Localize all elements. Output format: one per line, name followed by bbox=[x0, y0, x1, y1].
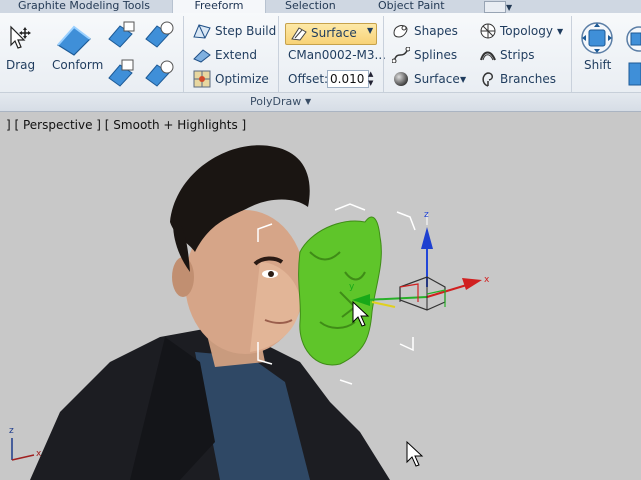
offset-input[interactable]: 0.010 bbox=[327, 70, 369, 88]
step-build-button[interactable]: Step Build bbox=[215, 24, 276, 38]
extend-button[interactable]: Extend bbox=[215, 48, 257, 62]
character-ear bbox=[172, 257, 194, 297]
shape-tool-icon-1[interactable] bbox=[106, 21, 136, 49]
polydraw-expand-icon[interactable]: ▼ bbox=[305, 97, 311, 106]
viewport-scene bbox=[11, 145, 482, 480]
drag-button[interactable]: Drag bbox=[6, 58, 35, 72]
offset-spinner[interactable]: ▲ ▼ bbox=[368, 70, 376, 88]
gizmo-z-arrow bbox=[421, 227, 433, 249]
green-mask bbox=[298, 216, 382, 366]
shapes-icon bbox=[393, 25, 408, 38]
separator bbox=[183, 16, 184, 92]
branches-icon bbox=[482, 72, 493, 87]
tab-graphite-modeling-tools[interactable]: Graphite Modeling Tools bbox=[18, 0, 150, 13]
conform-button[interactable]: Conform bbox=[52, 58, 103, 72]
shape-tool-icon-3[interactable] bbox=[106, 58, 136, 88]
gizmo-x-arrow bbox=[462, 278, 482, 290]
shift-button[interactable]: Shift bbox=[584, 58, 611, 72]
ribbon-tabs: Graphite Modeling Tools Freeform Selecti… bbox=[0, 0, 641, 14]
surface-dropdown-arrow-icon[interactable]: ▼ bbox=[367, 26, 373, 35]
smooth-icon[interactable] bbox=[626, 61, 641, 87]
strips-icon bbox=[480, 51, 496, 61]
shapes-button[interactable]: Shapes bbox=[414, 24, 458, 38]
topology-dropdown-icon[interactable]: ▼ bbox=[557, 27, 563, 36]
step-build-icon bbox=[193, 24, 211, 39]
surface-sphere-icon bbox=[394, 72, 408, 86]
separator bbox=[278, 16, 279, 92]
drag-icon[interactable] bbox=[5, 23, 33, 51]
mouse-cursor-icon-secondary bbox=[406, 440, 424, 467]
pick-surface-icon bbox=[291, 27, 307, 41]
tab-options-dropdown[interactable] bbox=[484, 1, 506, 13]
splines-button[interactable]: Splines bbox=[414, 48, 457, 62]
extend-icon bbox=[193, 49, 211, 63]
gizmo-x-axis bbox=[426, 283, 471, 298]
surface-button[interactable]: Surface bbox=[414, 72, 460, 86]
shape-tool-icon-4[interactable] bbox=[143, 58, 175, 88]
gizmo-x-label: x bbox=[484, 275, 490, 285]
topology-button[interactable]: Topology bbox=[500, 24, 553, 38]
separator bbox=[383, 16, 384, 92]
branches-button[interactable]: Branches bbox=[500, 72, 556, 86]
target-object-name: CMan0002-M3... bbox=[288, 48, 386, 62]
spinner-up-icon[interactable]: ▲ bbox=[368, 70, 376, 79]
strips-button[interactable]: Strips bbox=[500, 48, 534, 62]
splines-icon bbox=[392, 47, 410, 63]
offset-label: Offset: bbox=[288, 72, 329, 86]
optimize-button[interactable]: Optimize bbox=[215, 72, 269, 86]
axis-tripod-x-label: x bbox=[36, 449, 42, 459]
separator bbox=[571, 16, 572, 92]
polydraw-group-bar[interactable]: PolyDraw ▼ bbox=[0, 92, 641, 111]
gizmo-y-label: y bbox=[349, 282, 355, 292]
tab-freeform[interactable]: Freeform bbox=[172, 0, 266, 14]
pinch-icon[interactable] bbox=[625, 25, 641, 53]
perspective-viewport[interactable]: ] [ Perspective ] [ Smooth + Highlights … bbox=[0, 112, 641, 480]
spinner-down-icon[interactable]: ▼ bbox=[368, 79, 376, 88]
surface-pick-button[interactable]: Surface bbox=[285, 23, 377, 45]
tab-selection[interactable]: Selection bbox=[285, 0, 336, 13]
axis-tripod-z-label: z bbox=[9, 426, 14, 436]
topology-icon bbox=[480, 23, 496, 39]
polydraw-group-label[interactable]: PolyDraw bbox=[250, 95, 301, 108]
surface-options-dropdown-icon[interactable]: ▼ bbox=[460, 75, 466, 84]
conform-icon[interactable] bbox=[54, 23, 94, 57]
surface-button-label: Surface bbox=[311, 26, 357, 40]
tab-object-paint[interactable]: Object Paint bbox=[378, 0, 445, 13]
ribbon-panel: Drag Conform Step Build Extend Optimize bbox=[0, 13, 641, 112]
shape-tool-icon-2[interactable] bbox=[143, 21, 175, 49]
optimize-icon bbox=[193, 70, 211, 88]
gizmo-z-label: z bbox=[424, 210, 429, 220]
shift-icon[interactable] bbox=[580, 21, 614, 55]
